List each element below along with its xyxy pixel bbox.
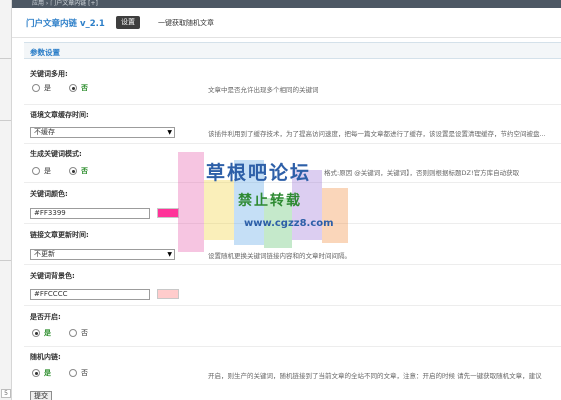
radio-yes-label: 是 xyxy=(44,369,51,377)
radio-no[interactable] xyxy=(69,369,77,377)
chevron-down-icon: ▼ xyxy=(167,251,172,258)
section-header: 参数设置 xyxy=(24,42,561,59)
color-swatch[interactable] xyxy=(157,289,179,299)
field-label: 链接文章更新时间: xyxy=(30,231,89,239)
field-keyword-color: 关键词颜色: #FF3399 xyxy=(24,183,561,223)
link-update-select[interactable]: 不更新 ▼ xyxy=(30,249,175,260)
radio-group: 是 否 xyxy=(32,83,88,93)
radio-no-label: 否 xyxy=(81,84,88,92)
field-description: 该插件利用到了缓存技术，为了提高访问速度，把每一篇文章都进行了缓存，该设置是设置… xyxy=(208,130,546,138)
radio-yes-label: 是 xyxy=(44,167,51,175)
plugin-title: 门户文章内链 v_2.1 xyxy=(26,19,105,29)
radio-no[interactable] xyxy=(69,167,77,175)
plugin-header: 门户文章内链 v_2.1 设置 一键获取随机文章 xyxy=(12,8,561,38)
radio-no-label: 否 xyxy=(81,369,88,377)
radio-yes[interactable] xyxy=(32,84,40,92)
radio-no[interactable] xyxy=(69,329,77,337)
field-gen-mode: 生成关键词模式: 是 否 格式:原因 @关键词，关键词】，否则则根据标题DZ!官… xyxy=(24,144,561,182)
radio-group: 是 否 xyxy=(32,166,88,176)
radio-yes[interactable] xyxy=(32,369,40,377)
field-label: 是否开启: xyxy=(30,313,61,321)
field-label: 关键词颜色: xyxy=(30,190,68,198)
sidebar-divider xyxy=(0,260,11,261)
field-description: 格式:原因 @关键词，关键词】，否则则根据标题DZ!官方库自动获取 xyxy=(324,169,520,177)
sidebar-page-number[interactable]: 5 xyxy=(1,389,11,398)
radio-no-label: 否 xyxy=(81,329,88,337)
left-sidebar: 5 xyxy=(0,0,12,400)
field-enable: 是否开启: 是 否 xyxy=(24,306,561,346)
radio-yes-label: 是 xyxy=(44,329,51,337)
sidebar-divider xyxy=(0,58,11,59)
field-description: 开启，则生产的关键词，随机链接到了当前文章的全站不同的文章，注意：开启的时候 请… xyxy=(208,372,542,380)
keyword-color-input[interactable]: #FF3399 xyxy=(30,208,150,219)
chevron-down-icon: ▼ xyxy=(167,129,172,136)
color-swatch[interactable] xyxy=(157,208,179,218)
radio-group: 是 否 xyxy=(32,328,88,338)
radio-yes[interactable] xyxy=(32,329,40,337)
radio-group: 是 否 xyxy=(32,368,88,378)
fetch-random-articles-link[interactable]: 一键获取随机文章 xyxy=(158,18,214,28)
field-description: 设置随机更换关键词链接内容和的文章时间间隔。 xyxy=(208,252,351,260)
radio-no-label: 否 xyxy=(81,167,88,175)
field-description: 文章中是否允许出现多个相同的关键词 xyxy=(208,86,319,94)
radio-no[interactable] xyxy=(69,84,77,92)
radio-yes-label: 是 xyxy=(44,84,51,92)
field-keyword-bg: 关键词背景色: #FFCCCC xyxy=(24,265,561,305)
field-label: 关键词背景色: xyxy=(30,272,75,280)
submit-button[interactable]: 提交 xyxy=(30,391,52,400)
settings-button[interactable]: 设置 xyxy=(116,16,140,29)
select-value: 不缓存 xyxy=(34,128,55,136)
field-label: 语境文章缓存时间: xyxy=(30,111,89,119)
section-title: 参数设置 xyxy=(30,48,60,57)
cache-time-select[interactable]: 不缓存 ▼ xyxy=(30,127,175,138)
field-keyword-multi: 关键词多用: 是 否 文章中是否允许出现多个相同的关键词 xyxy=(24,62,561,104)
field-cache-time: 语境文章缓存时间: 不缓存 ▼ 该插件利用到了缓存技术，为了提高访问速度，把每一… xyxy=(24,105,561,143)
radio-yes[interactable] xyxy=(32,167,40,175)
field-label: 关键词多用: xyxy=(30,70,68,78)
select-value: 不更新 xyxy=(34,250,55,258)
sidebar-divider xyxy=(0,120,11,121)
field-label: 随机内链: xyxy=(30,353,61,361)
field-random-link: 随机内链: 是 否 开启，则生产的关键词，随机链接到了当前文章的全站不同的文章，… xyxy=(24,347,561,387)
field-link-update: 链接文章更新时间: 不更新 ▼ 设置随机更换关键词链接内容和的文章时间间隔。 xyxy=(24,224,561,264)
keyword-bg-input[interactable]: #FFCCCC xyxy=(30,289,150,300)
breadcrumb: 应用 › 门户文章内链 [+] xyxy=(12,0,561,8)
field-label: 生成关键词模式: xyxy=(30,150,82,158)
